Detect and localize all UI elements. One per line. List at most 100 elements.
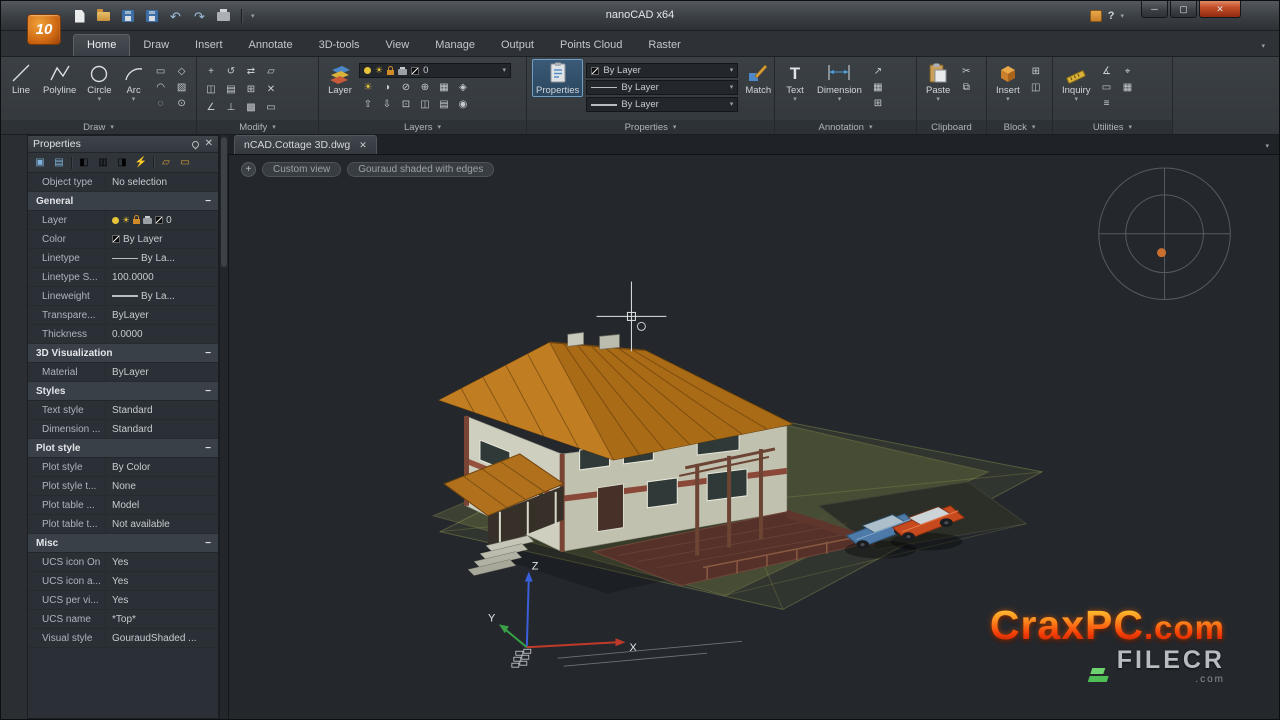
- linetype-combo[interactable]: By Layer ▾: [586, 80, 738, 95]
- tab-output[interactable]: Output: [488, 35, 547, 56]
- calendar-icon[interactable]: [1090, 10, 1102, 22]
- leader-tool-icon[interactable]: ↗: [869, 64, 887, 79]
- toggle-panes-icon[interactable]: ◨: [114, 155, 130, 170]
- tab-manage[interactable]: Manage: [422, 35, 488, 56]
- move-tool-icon[interactable]: +: [202, 64, 220, 79]
- panel-label-block[interactable]: Block▾: [987, 120, 1052, 134]
- measure-angle-icon[interactable]: ∡: [1098, 64, 1116, 79]
- paste-dropdown-icon[interactable]: ▾: [936, 96, 940, 103]
- save-icon[interactable]: [119, 8, 136, 24]
- tab-close-icon[interactable]: ✕: [359, 141, 367, 150]
- section-header[interactable]: Styles−: [28, 382, 218, 401]
- quick-properties-icon[interactable]: ⚡: [133, 155, 149, 170]
- view-control-button[interactable]: Custom view: [262, 162, 341, 177]
- polyline-button[interactable]: Polyline: [39, 59, 80, 97]
- help-dropdown-icon[interactable]: ▾: [1120, 13, 1124, 20]
- arc-dropdown-icon[interactable]: ▾: [132, 96, 136, 103]
- title-bar[interactable]: ↶ ↷ ▾ nanoCAD x64 ? ▾ ─ ▢ ✕: [1, 1, 1279, 31]
- panel-label-utilities[interactable]: Utilities▾: [1053, 120, 1172, 134]
- section-header[interactable]: General−: [28, 192, 218, 211]
- scale-tool-icon[interactable]: ⊞: [242, 82, 260, 97]
- quick-select-icon[interactable]: ≡: [1098, 96, 1116, 111]
- layer-delete-icon[interactable]: ◫: [416, 97, 434, 112]
- panel-label-draw[interactable]: Draw▾: [1, 120, 196, 134]
- explode-tool-icon[interactable]: ▩: [242, 100, 260, 115]
- document-tab[interactable]: nCAD.Cottage 3D.dwg ✕: [234, 135, 377, 154]
- spline-tool-icon[interactable]: ◌: [152, 96, 170, 111]
- dimension-dropdown-icon[interactable]: ▾: [838, 96, 842, 103]
- offset-tool-icon[interactable]: ▱: [262, 64, 280, 79]
- toggle-value-icon[interactable]: ◧: [76, 155, 92, 170]
- measure-area-icon[interactable]: ▭: [1098, 80, 1116, 95]
- layer-combo[interactable]: ☀ 0 ▾: [359, 63, 511, 78]
- layer-states-icon[interactable]: ☀: [359, 80, 377, 95]
- collapse-icon[interactable]: −: [205, 538, 211, 549]
- paste-button[interactable]: Paste ▾: [922, 59, 954, 104]
- insert-block-button[interactable]: Insert ▾: [992, 59, 1024, 104]
- circle-button[interactable]: Circle ▾: [83, 59, 115, 104]
- palette-header[interactable]: Properties ✕: [28, 136, 218, 153]
- layer-isolate-icon[interactable]: ◑: [378, 80, 396, 95]
- layer-lockfade-icon[interactable]: ◉: [454, 97, 472, 112]
- inquiry-button[interactable]: Inquiry ▾: [1058, 59, 1095, 104]
- insert-dropdown-icon[interactable]: ▾: [1006, 96, 1010, 103]
- tab-3d-tools[interactable]: 3D-tools: [306, 35, 373, 56]
- tab-view[interactable]: View: [373, 35, 423, 56]
- fillet-tool-icon[interactable]: ∠: [202, 100, 220, 115]
- save-all-icon[interactable]: [143, 8, 160, 24]
- collapse-icon[interactable]: −: [205, 443, 211, 454]
- nanocad-logo[interactable]: 10: [27, 14, 61, 45]
- layer-button[interactable]: Layer: [324, 59, 356, 97]
- create-block-icon[interactable]: ⊞: [1027, 64, 1045, 79]
- copy-icon[interactable]: ⧉: [957, 80, 975, 95]
- tab-raster[interactable]: Raster: [635, 35, 693, 56]
- erase-tool-icon[interactable]: ▭: [262, 100, 280, 115]
- print-icon[interactable]: [215, 8, 232, 24]
- panel-label-layers[interactable]: Layers▾: [319, 120, 526, 134]
- dimension-button[interactable]: Dimension ▾: [813, 59, 866, 104]
- tab-home[interactable]: Home: [73, 34, 130, 56]
- ellipse-tool-icon[interactable]: ◠: [152, 80, 170, 95]
- palette-close-icon[interactable]: ✕: [205, 139, 213, 149]
- collapse-icon[interactable]: −: [205, 196, 211, 207]
- redo-icon[interactable]: ↷: [191, 8, 208, 24]
- layer-off-icon[interactable]: ⊘: [397, 80, 415, 95]
- calculator-icon[interactable]: ▦: [1119, 80, 1137, 95]
- close-button[interactable]: ✕: [1199, 1, 1241, 18]
- select-objects-icon[interactable]: ▣: [32, 155, 48, 170]
- text-dropdown-icon[interactable]: ▾: [793, 96, 797, 103]
- save-settings-icon[interactable]: ▭: [177, 155, 193, 170]
- section-header[interactable]: 3D Visualization−: [28, 344, 218, 363]
- hatch-tool-icon[interactable]: ▨: [173, 80, 191, 95]
- layer-walk-icon[interactable]: ◈: [454, 80, 472, 95]
- layer-current-icon[interactable]: ⇩: [378, 97, 396, 112]
- new-file-icon[interactable]: [71, 8, 88, 24]
- tab-list-dropdown-icon[interactable]: ▾: [1265, 143, 1269, 154]
- stretch-tool-icon[interactable]: ▤: [222, 82, 240, 97]
- qat-dropdown-icon[interactable]: ▾: [251, 13, 255, 20]
- panel-label-modify[interactable]: Modify▾: [197, 120, 318, 134]
- quick-select-icon[interactable]: ▤: [51, 155, 67, 170]
- panel-label-properties[interactable]: Properties▾: [527, 120, 774, 134]
- point-tool-icon[interactable]: ⊙: [173, 96, 191, 111]
- chamfer-tool-icon[interactable]: ⊥: [222, 100, 240, 115]
- wipeout-tool-icon[interactable]: ⊞: [869, 96, 887, 111]
- model-viewport[interactable]: + Custom view Gouraud shaded with edges: [228, 155, 1279, 719]
- open-settings-icon[interactable]: ▱: [158, 155, 174, 170]
- toggle-categories-icon[interactable]: ▥: [95, 155, 111, 170]
- color-combo[interactable]: By Layer ▾: [586, 63, 738, 78]
- trim-tool-icon[interactable]: ✕: [262, 82, 280, 97]
- lineweight-combo[interactable]: By Layer ▾: [586, 97, 738, 112]
- navigation-wheel[interactable]: [1099, 168, 1231, 300]
- section-header[interactable]: Plot style−: [28, 439, 218, 458]
- polygon-tool-icon[interactable]: ◇: [173, 64, 191, 79]
- pin-icon[interactable]: [190, 139, 200, 149]
- arc-button[interactable]: Arc ▾: [119, 59, 149, 104]
- id-point-icon[interactable]: ⌖: [1119, 64, 1137, 79]
- visual-style-button[interactable]: Gouraud shaded with edges: [347, 162, 494, 177]
- tab-annotate[interactable]: Annotate: [236, 35, 306, 56]
- tab-points-cloud[interactable]: Points Cloud: [547, 35, 635, 56]
- inquiry-dropdown-icon[interactable]: ▾: [1075, 96, 1079, 103]
- array-tool-icon[interactable]: ◫: [202, 82, 220, 97]
- table-tool-icon[interactable]: ▦: [869, 80, 887, 95]
